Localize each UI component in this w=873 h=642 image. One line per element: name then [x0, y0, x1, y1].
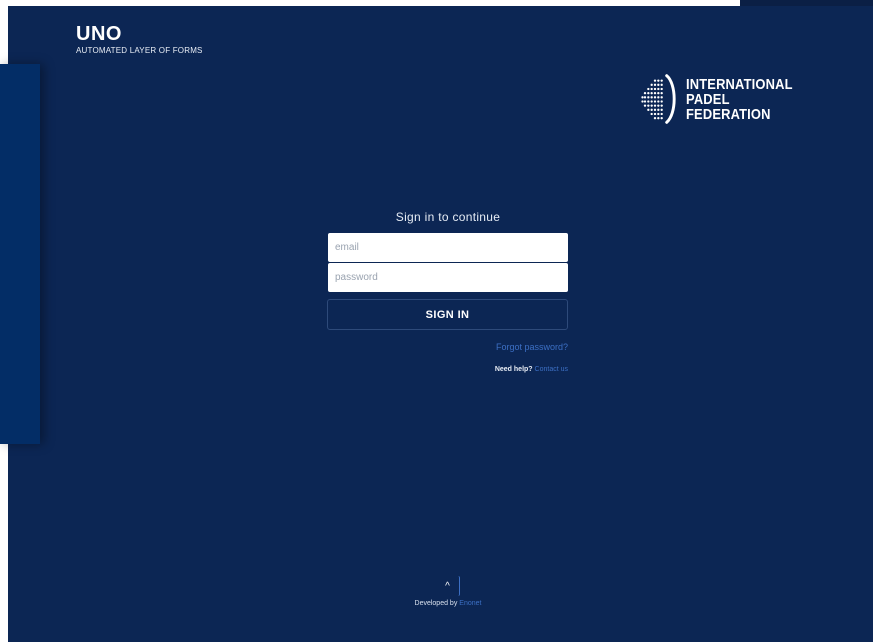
- sign-in-button[interactable]: SIGN IN: [327, 299, 568, 330]
- footer-credit: Developed by Enonet: [380, 600, 516, 607]
- scroll-to-top-button[interactable]: ^: [436, 576, 460, 596]
- contact-us-link[interactable]: Contact us: [535, 366, 568, 373]
- signin-heading: Sign in to continue: [395, 210, 501, 224]
- federation-logo: INTERNATIONAL PADEL FEDERATION: [640, 66, 810, 132]
- federation-name: INTERNATIONAL PADEL FEDERATION: [686, 77, 793, 122]
- brand-subtitle: AUTOMATED LAYER OF FORMS: [76, 46, 203, 55]
- federation-name-line3: FEDERATION: [686, 105, 771, 123]
- top-corner-strip: [740, 0, 873, 6]
- help-label: Need help?: [494, 366, 533, 373]
- chevron-up-icon: ^: [445, 580, 450, 592]
- email-field[interactable]: [328, 233, 568, 262]
- federation-name-line2: PADEL: [686, 90, 730, 108]
- side-panel: [0, 64, 40, 444]
- padel-ball-logo-icon: [641, 74, 676, 124]
- brand-title: UNO: [76, 23, 122, 45]
- forgot-password-link[interactable]: Forgot password?: [328, 342, 568, 352]
- help-line: Need help? Contact us: [328, 366, 568, 373]
- federation-name-line1: INTERNATIONAL: [686, 75, 793, 93]
- brand-header: UNO AUTOMATED LAYER OF FORMS: [76, 24, 203, 55]
- developer-link[interactable]: Enonet: [459, 600, 481, 607]
- password-field[interactable]: [328, 263, 568, 292]
- developed-by-label: Developed by: [414, 600, 458, 607]
